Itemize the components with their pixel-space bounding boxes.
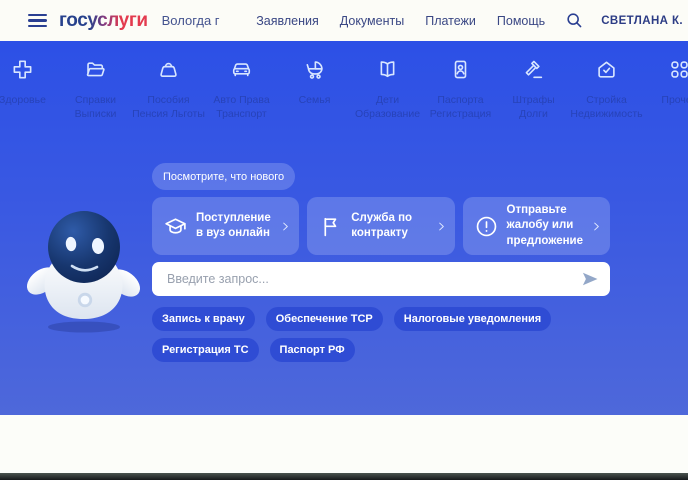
category-label: Здоровье: [0, 93, 46, 107]
chevron-right-icon: [436, 221, 447, 232]
nav-item-help[interactable]: Помощь: [497, 14, 545, 28]
chip-doctor-appointment[interactable]: Запись к врачу: [152, 307, 255, 331]
chip-tax-notifications[interactable]: Налоговые уведомления: [394, 307, 551, 331]
flag-icon: [318, 214, 343, 239]
bottom-bar: [0, 473, 688, 480]
hero-section: Здоровье Справки Выписки Пособия Пенсия …: [0, 41, 688, 415]
chevron-right-icon: [591, 221, 602, 232]
gosuslugi-home-page: госуслуги Вологда г Заявления Документы …: [0, 0, 688, 480]
gosuslugi-logo[interactable]: госуслуги: [59, 10, 148, 32]
category-label: Дети Образование: [351, 93, 424, 121]
category-fines[interactable]: Штрафы Долги: [497, 58, 570, 121]
header: госуслуги Вологда г Заявления Документы …: [0, 0, 688, 41]
search-input[interactable]: [165, 271, 580, 287]
nav-item-payments[interactable]: Платежи: [425, 14, 476, 28]
whats-new-button[interactable]: Посмотрите, что нового: [152, 163, 295, 190]
category-realestate[interactable]: Стройка Недвижимость: [570, 58, 643, 121]
chevron-right-icon: [280, 221, 291, 232]
chip-passport-rf[interactable]: Паспорт РФ: [270, 338, 355, 362]
category-label: Справки Выписки: [59, 93, 132, 121]
search-icon[interactable]: [564, 11, 584, 31]
user-account-button[interactable]: СВЕТЛАНА К.: [601, 15, 683, 27]
category-benefits[interactable]: Пособия Пенсия Льготы: [132, 58, 205, 121]
graduation-cap-icon: [163, 214, 188, 239]
category-label: Стройка Недвижимость: [570, 93, 643, 121]
card-label: Служба по контракту: [351, 211, 427, 242]
promo-cards: Поступление в вуз онлайн Служба по контр…: [152, 197, 610, 255]
category-health[interactable]: Здоровье: [0, 58, 59, 121]
category-auto[interactable]: Авто Права Транспорт: [205, 58, 278, 121]
robot-assistant-graphic: [22, 197, 144, 335]
category-certificates[interactable]: Справки Выписки: [59, 58, 132, 121]
card-complaint[interactable]: Отправьте жалобу или предложение: [463, 197, 611, 255]
robot-assistant[interactable]: [22, 197, 144, 335]
open-book-icon: [376, 58, 399, 86]
card-label: Отправьте жалобу или предложение: [507, 203, 584, 249]
category-label: Паспорта Регистрация: [424, 93, 497, 121]
category-label: Штрафы Долги: [497, 93, 570, 121]
chip-tsr-provision[interactable]: Обеспечение ТСР: [266, 307, 383, 331]
category-passports[interactable]: Паспорта Регистрация: [424, 58, 497, 121]
chip-vehicle-registration[interactable]: Регистрация ТС: [152, 338, 259, 362]
category-other[interactable]: Прочее: [643, 58, 688, 121]
header-nav: Заявления Документы Платежи Помощь СВЕТЛ…: [235, 11, 683, 31]
health-cross-icon: [11, 58, 34, 86]
category-family[interactable]: Семья: [278, 58, 351, 121]
category-education[interactable]: Дети Образование: [351, 58, 424, 121]
house-check-icon: [595, 58, 618, 86]
quick-links: Запись к врачу Обеспечение ТСР Налоговые…: [152, 307, 624, 362]
gavel-icon: [522, 58, 545, 86]
card-contract-service[interactable]: Служба по контракту: [307, 197, 454, 255]
hamburger-menu-icon[interactable]: [28, 14, 47, 28]
content-strip: [0, 415, 688, 473]
category-label: Прочее: [661, 93, 688, 107]
nav-item-applications[interactable]: Заявления: [256, 14, 319, 28]
category-label: Авто Права Транспорт: [205, 93, 278, 121]
category-bar: Здоровье Справки Выписки Пособия Пенсия …: [0, 41, 688, 121]
card-label: Поступление в вуз онлайн: [196, 211, 272, 242]
purse-icon: [157, 58, 180, 86]
car-icon: [230, 58, 253, 86]
card-university-admission[interactable]: Поступление в вуз онлайн: [152, 197, 299, 255]
send-arrow-icon[interactable]: [580, 269, 600, 289]
id-card-icon: [449, 58, 472, 86]
location-selector[interactable]: Вологда г: [162, 13, 220, 28]
folder-icon: [84, 58, 107, 86]
category-label: Пособия Пенсия Льготы: [132, 93, 205, 121]
category-label: Семья: [299, 93, 331, 107]
search-bar: [152, 262, 610, 296]
grid-icon: [668, 58, 688, 86]
exclamation-circle-icon: [474, 214, 499, 239]
stroller-icon: [303, 58, 326, 86]
nav-item-documents[interactable]: Документы: [340, 14, 404, 28]
